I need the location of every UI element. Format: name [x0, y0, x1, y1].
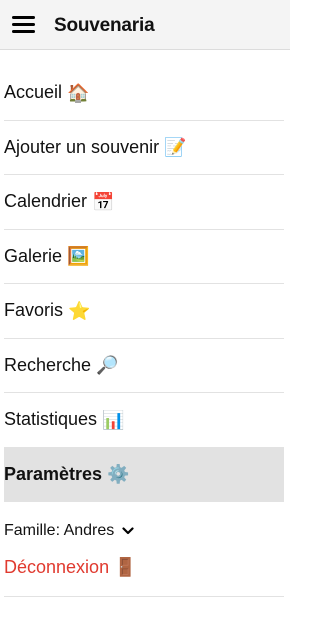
nav-item-ajouter-souvenir[interactable]: Ajouter un souvenir 📝: [4, 121, 284, 175]
magnifier-icon: 🔎: [96, 355, 119, 376]
logout-label: Déconnexion: [4, 557, 110, 577]
app-title: Souvenaria: [54, 15, 155, 36]
logout-button[interactable]: Déconnexion 🚪: [4, 557, 137, 578]
memo-icon: 📝: [164, 137, 187, 158]
nav-menu: Accueil 🏠 Ajouter un souvenir 📝 Calendri…: [4, 66, 284, 502]
top-bar: Souvenaria: [0, 0, 290, 50]
nav-item-recherche[interactable]: Recherche 🔎: [4, 339, 284, 393]
nav-item-label: Favoris: [4, 300, 64, 321]
nav-item-label: Galerie: [4, 245, 63, 266]
nav-item-favoris[interactable]: Favoris ⭐: [4, 284, 284, 339]
nav-item-galerie[interactable]: Galerie 🖼️: [4, 230, 284, 284]
nav-item-statistiques[interactable]: Statistiques 📊: [4, 393, 284, 448]
gear-icon: ⚙️: [107, 464, 130, 485]
house-icon: 🏠: [67, 82, 90, 103]
bar-chart-icon: 📊: [102, 409, 125, 430]
menu-icon[interactable]: [12, 16, 36, 34]
nav-item-parametres[interactable]: Paramètres ⚙️: [4, 447, 284, 502]
door-icon: 🚪: [114, 557, 137, 577]
calendar-icon: 📅: [92, 191, 115, 212]
picture-icon: 🖼️: [67, 246, 90, 267]
nav-item-calendrier[interactable]: Calendrier 📅: [4, 175, 284, 230]
nav-item-label: Accueil: [4, 82, 63, 103]
star-icon: ⭐: [68, 300, 91, 321]
nav-item-label: Statistiques: [4, 409, 98, 430]
nav-item-label: Paramètres: [4, 463, 103, 484]
nav-item-label: Ajouter un souvenir: [4, 136, 160, 157]
divider: [4, 596, 284, 597]
family-selector[interactable]: Famille: Andres: [4, 522, 134, 540]
chevron-down-icon[interactable]: [122, 525, 134, 537]
app-root: Souvenaria Accueil 🏠 Ajouter un souvenir…: [0, 0, 290, 620]
nav-item-accueil[interactable]: Accueil 🏠: [4, 66, 284, 121]
family-label: Famille: Andres: [4, 522, 115, 539]
nav-item-label: Recherche: [4, 354, 92, 375]
nav-item-label: Calendrier: [4, 191, 88, 212]
